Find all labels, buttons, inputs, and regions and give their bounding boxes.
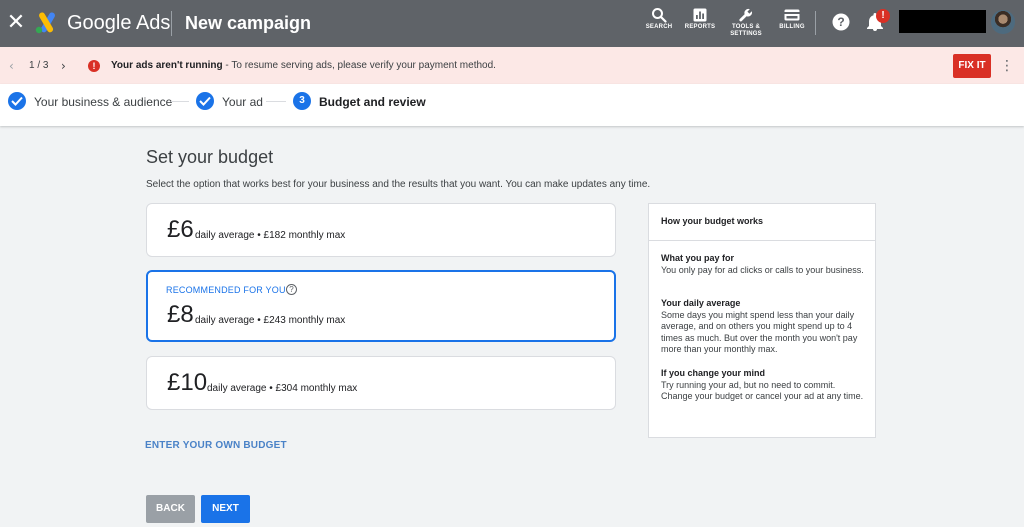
info-body: Try running your ad, but no need to comm…	[661, 379, 864, 402]
info-section-daily-average: Your daily average Some days you might s…	[661, 298, 866, 356]
recommended-badge: RECOMMENDED FOR YOU	[166, 285, 286, 295]
info-body: Some days you might spend less than your…	[661, 309, 858, 355]
info-section-change-mind: If you change your mind Try running your…	[661, 368, 866, 403]
chevron-left-icon[interactable]: ‹	[9, 59, 14, 73]
help-icon[interactable]: ?	[832, 13, 850, 31]
budget-amount: £8	[167, 301, 194, 328]
tools-settings-label: TOOLS & SETTINGS	[730, 24, 762, 37]
reports-button[interactable]: REPORTS	[675, 7, 725, 41]
section-title: Set your budget	[146, 147, 274, 167]
product-name: Google Ads	[67, 12, 171, 34]
step-connector	[171, 101, 189, 102]
close-icon[interactable]: ✕	[6, 9, 26, 37]
svg-text:?: ?	[837, 15, 844, 29]
alert-bar: ‹ 1 / 3 › ! Your ads aren't running - To…	[0, 47, 1024, 84]
google-ads-logo	[35, 12, 55, 34]
check-circle-icon	[8, 92, 26, 110]
avatar[interactable]	[991, 10, 1015, 34]
account-switcher[interactable]	[899, 10, 986, 33]
alert-message: Your ads aren't running - To resume serv…	[111, 59, 496, 73]
step-number-badge: 3	[293, 92, 311, 110]
reports-icon	[693, 8, 707, 22]
budget-description: daily average • £304 monthly max	[207, 383, 358, 394]
info-heading: If you change your mind	[661, 368, 766, 378]
chevron-right-icon[interactable]: ›	[61, 59, 66, 73]
enter-own-budget-link[interactable]: ENTER YOUR OWN BUDGET	[145, 440, 287, 452]
wrench-icon	[739, 8, 753, 22]
budget-description: daily average • £182 monthly max	[195, 230, 346, 241]
info-section-pay: What you pay for You only pay for ad cli…	[661, 253, 866, 276]
tools-settings-button[interactable]: TOOLS & SETTINGS	[721, 7, 771, 41]
billing-button[interactable]: BILLING	[767, 7, 817, 41]
info-heading: Your daily average	[661, 298, 741, 308]
budget-info-panel: How your budget works What you pay for Y…	[648, 203, 876, 438]
next-button[interactable]: NEXT	[201, 495, 250, 523]
billing-label: BILLING	[779, 24, 805, 30]
back-button[interactable]: BACK	[146, 495, 195, 523]
budget-option-10[interactable]: £10 daily average • £304 monthly max	[146, 356, 616, 410]
alert-page-indicator: 1 / 3	[29, 60, 49, 71]
budget-amount: £6	[167, 216, 194, 243]
error-icon: !	[88, 60, 100, 72]
help-circle-icon[interactable]: ?	[286, 284, 297, 295]
divider	[649, 240, 875, 241]
more-vert-icon[interactable]: ⋮	[1000, 57, 1014, 75]
progress-stepper: Your business & audience Your ad 3 Budge…	[0, 84, 1024, 126]
budget-description: daily average • £243 monthly max	[195, 315, 346, 326]
info-panel-title: How your budget works	[661, 216, 764, 226]
alert-detail: - To resume serving ads, please verify y…	[222, 60, 496, 71]
billing-card-icon	[784, 9, 800, 21]
section-subtitle: Select the option that works best for yo…	[146, 179, 651, 190]
step-business-audience[interactable]: Your business & audience	[34, 95, 172, 109]
fix-it-button[interactable]: FIX IT	[953, 54, 991, 78]
step-budget-review[interactable]: Budget and review	[319, 95, 426, 109]
top-app-bar: ✕ Google Ads New campaign SEARCH REPORTS…	[0, 0, 1024, 47]
budget-option-8-recommended[interactable]: RECOMMENDED FOR YOU ? £8 daily average •…	[146, 270, 616, 342]
step-your-ad[interactable]: Your ad	[222, 95, 263, 109]
alert-title: Your ads aren't running	[111, 60, 223, 71]
step-connector	[266, 101, 286, 102]
info-heading: What you pay for	[661, 253, 735, 263]
check-circle-icon	[196, 92, 214, 110]
toolbar-divider	[815, 11, 816, 35]
search-icon	[652, 8, 667, 23]
page-title: New campaign	[185, 13, 312, 33]
reports-label: REPORTS	[684, 24, 716, 30]
budget-amount: £10	[167, 369, 208, 396]
notification-badge: !	[876, 9, 890, 23]
info-body: You only pay for ad clicks or calls to y…	[661, 264, 864, 275]
title-divider	[171, 11, 172, 36]
budget-option-6[interactable]: £6 daily average • £182 monthly max	[146, 203, 616, 257]
